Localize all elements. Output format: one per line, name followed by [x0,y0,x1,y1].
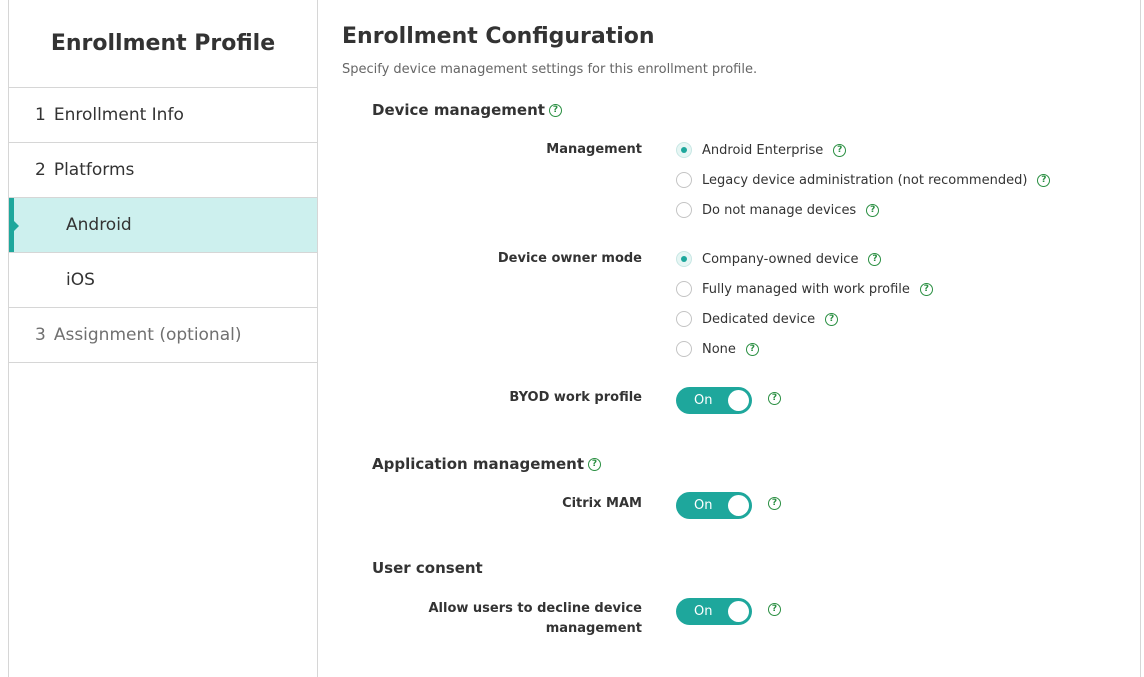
radio-label: Fully managed with work profile [702,281,910,297]
radio-label: None [702,341,736,357]
radio-button[interactable] [676,341,692,357]
sidebar-item-label: iOS [66,270,95,290]
toggle-knob [728,495,749,516]
help-icon[interactable]: ? [833,143,847,157]
sidebar-item-assignment[interactable]: 3 Assignment (optional) [9,308,317,363]
sidebar-title: Enrollment Profile [9,0,317,88]
allow-decline-label: Allow users to decline device management [428,601,642,636]
help-icon[interactable]: ? [588,457,602,471]
allow-decline-toggle[interactable]: On [676,598,752,625]
citrix-mam-toggle[interactable]: On [676,492,752,519]
radio-button[interactable] [676,172,692,188]
radio-button[interactable] [676,142,692,158]
radio-label: Do not manage devices [702,202,857,218]
radio-none[interactable]: None ? [676,341,759,357]
sidebar-item-label: Assignment (optional) [53,325,242,345]
radio-android-enterprise[interactable]: Android Enterprise ? [676,142,847,158]
radio-button[interactable] [676,311,692,327]
radio-company-owned[interactable]: Company-owned device ? [676,251,882,267]
radio-button[interactable] [676,251,692,267]
main-panel: Enrollment Configuration Specify device … [318,0,1140,677]
step-number: 2 [35,160,46,180]
sidebar: Enrollment Profile 1 Enrollment Info 2 P… [9,0,318,677]
toggle-state-label: On [694,498,713,513]
device-owner-mode-label: Device owner mode [497,251,642,266]
device-management-heading: Device management ? [372,101,562,119]
sidebar-item-label: Enrollment Info [53,105,184,125]
step-number: 3 [35,325,46,345]
section-heading-text: Device management [372,101,545,119]
help-icon[interactable]: ? [919,282,933,296]
help-icon[interactable]: ? [868,252,882,266]
sidebar-item-ios[interactable]: iOS [9,253,317,308]
section-heading-text: User consent [372,559,483,577]
byod-work-profile-label: BYOD work profile [509,390,642,405]
help-icon[interactable]: ? [768,497,781,510]
help-icon[interactable]: ? [1037,173,1051,187]
help-icon[interactable]: ? [866,203,880,217]
toggle-knob [728,601,749,622]
help-icon[interactable]: ? [768,392,781,405]
sidebar-item-platforms[interactable]: 2 Platforms [9,143,317,198]
page-subtitle: Specify device management settings for t… [342,62,758,77]
sidebar-item-label: Platforms [53,160,135,180]
management-label: Management [546,142,642,157]
help-icon[interactable]: ? [548,103,562,117]
toggle-knob [728,390,749,411]
radio-button[interactable] [676,281,692,297]
application-management-heading: Application management ? [372,455,602,473]
radio-button[interactable] [676,202,692,218]
radio-label: Android Enterprise [702,142,824,158]
help-icon[interactable]: ? [825,312,839,326]
page-title: Enrollment Configuration [342,24,655,49]
byod-work-profile-toggle[interactable]: On [676,387,752,414]
radio-legacy-device-administration[interactable]: Legacy device administration (not recomm… [676,172,1051,188]
user-consent-heading: User consent [372,559,483,577]
sidebar-item-label: Android [66,215,132,235]
step-number: 1 [35,105,46,125]
help-icon[interactable]: ? [768,603,781,616]
radio-label: Legacy device administration (not recomm… [702,172,1028,188]
radio-label: Company-owned device [702,251,859,267]
section-heading-text: Application management [372,455,585,473]
radio-label: Dedicated device [702,311,816,327]
toggle-state-label: On [694,604,713,619]
enrollment-profile-window: Enrollment Profile 1 Enrollment Info 2 P… [8,0,1141,677]
radio-fully-managed-work-profile[interactable]: Fully managed with work profile ? [676,281,933,297]
citrix-mam-label: Citrix MAM [562,496,642,511]
sidebar-item-enrollment-info[interactable]: 1 Enrollment Info [9,88,317,143]
help-icon[interactable]: ? [745,342,759,356]
radio-do-not-manage[interactable]: Do not manage devices ? [676,202,880,218]
toggle-state-label: On [694,393,713,408]
sidebar-item-android[interactable]: Android [9,198,317,253]
radio-dedicated-device[interactable]: Dedicated device ? [676,311,839,327]
